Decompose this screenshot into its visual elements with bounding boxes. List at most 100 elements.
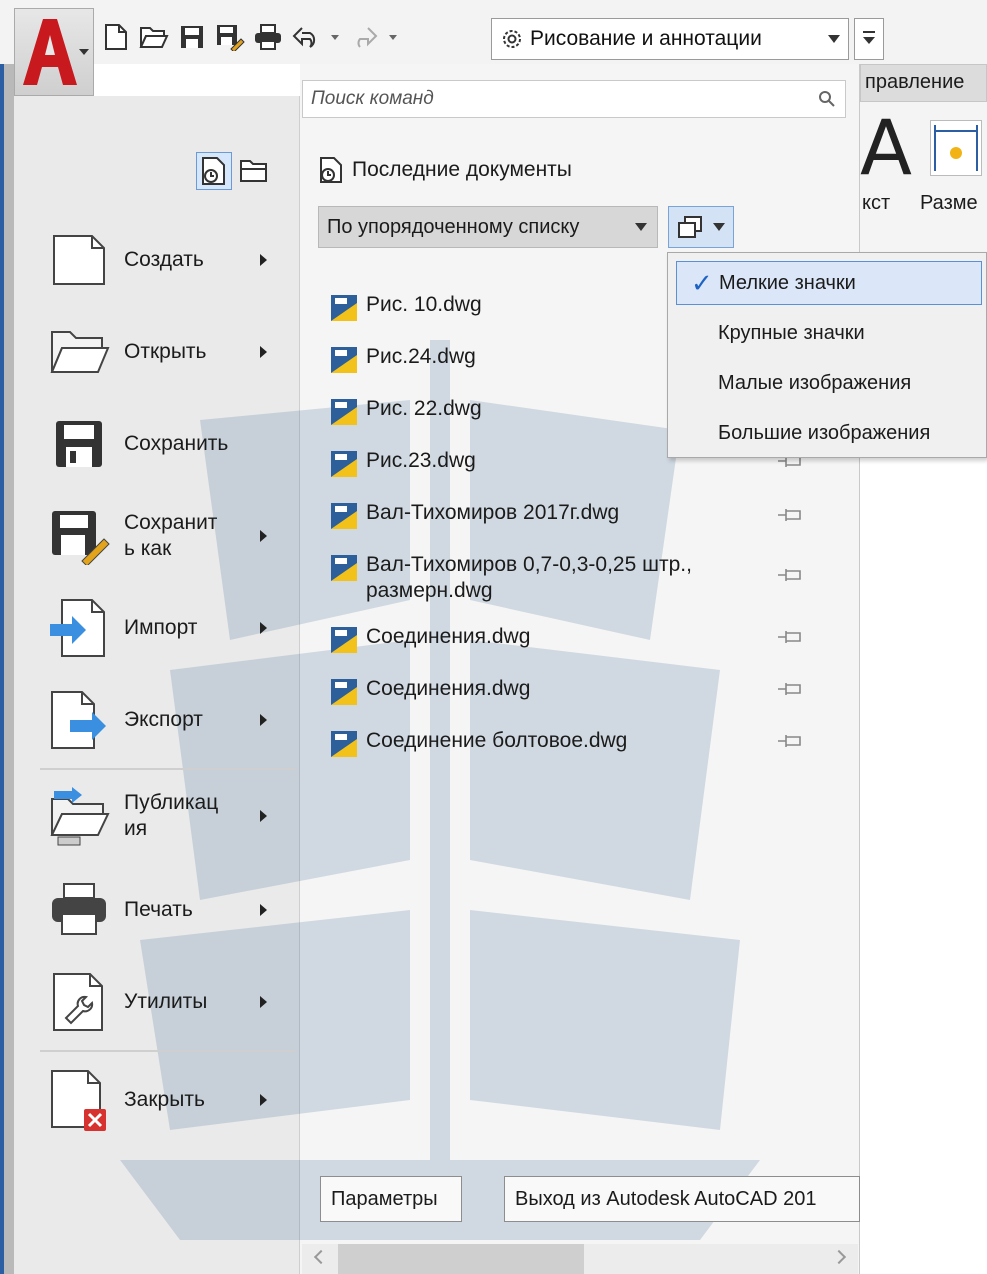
view-option-label: Крупные значки bbox=[718, 321, 865, 344]
pin-icon[interactable] bbox=[776, 680, 806, 703]
open-documents-toggle[interactable] bbox=[236, 152, 272, 190]
menu-item-label: Импорт bbox=[124, 616, 198, 639]
new-document-icon bbox=[46, 228, 112, 292]
gear-icon bbox=[503, 30, 521, 48]
recent-documents-icon bbox=[202, 157, 225, 185]
menu-item-label: Утилиты bbox=[124, 990, 208, 1013]
print-icon[interactable] bbox=[252, 19, 284, 55]
menu-item-save[interactable]: Сохранить bbox=[46, 408, 286, 480]
undo-icon[interactable] bbox=[290, 19, 322, 55]
menu-item-open[interactable]: Открыть bbox=[46, 316, 286, 388]
chevron-down-icon bbox=[635, 223, 647, 231]
menu-item-export[interactable]: Экспорт bbox=[46, 684, 286, 756]
menu-separator bbox=[40, 768, 296, 770]
customize-qat-button[interactable] bbox=[854, 18, 884, 60]
chevron-down-icon bbox=[828, 35, 840, 43]
view-option-small-images[interactable]: Малые изображения bbox=[676, 361, 982, 405]
menu-item-publish[interactable]: Публикац ия bbox=[46, 780, 286, 852]
chevron-right-icon bbox=[260, 996, 267, 1008]
menu-item-label: Сохранит ь как bbox=[124, 511, 218, 560]
open-icon[interactable] bbox=[138, 19, 170, 55]
redo-dropdown-icon[interactable] bbox=[386, 19, 400, 55]
menu-item-close[interactable]: Закрыть bbox=[46, 1064, 286, 1136]
ribbon-label-text: кст bbox=[862, 192, 891, 214]
view-option-large-icons[interactable]: Крупные значки bbox=[676, 311, 982, 355]
view-option-small-icons[interactable]: ✓ Мелкие значки bbox=[676, 261, 982, 305]
menu-item-import[interactable]: Импорт bbox=[46, 592, 286, 664]
dwg-file-icon bbox=[331, 731, 357, 757]
scroll-right-icon[interactable] bbox=[831, 1249, 847, 1265]
new-icon[interactable] bbox=[100, 19, 132, 55]
menu-item-label: Открыть bbox=[124, 340, 207, 363]
menu-item-label: Закрыть bbox=[124, 1088, 205, 1111]
scroll-left-icon[interactable] bbox=[313, 1249, 329, 1265]
workspace-switcher[interactable]: Рисование и аннотации bbox=[491, 18, 849, 60]
wrench-document-icon bbox=[46, 970, 112, 1034]
redo-icon[interactable] bbox=[348, 19, 380, 55]
menu-item-label: Экспорт bbox=[124, 708, 203, 731]
dwg-file-icon bbox=[331, 503, 357, 529]
open-documents-icon bbox=[240, 160, 267, 182]
chevron-right-icon bbox=[260, 810, 267, 822]
pin-icon[interactable] bbox=[776, 628, 806, 651]
application-menu-button[interactable] bbox=[14, 8, 94, 96]
menu-separator bbox=[40, 1050, 296, 1052]
recent-file-name: Вал-Тихомиров 2017г.dwg bbox=[366, 501, 620, 524]
menu-item-label: Печать bbox=[124, 898, 193, 921]
dimension-tool-icon[interactable] bbox=[930, 120, 982, 176]
save-as-icon bbox=[46, 504, 112, 568]
view-mode-icon bbox=[678, 216, 702, 238]
chevron-right-icon bbox=[260, 1094, 267, 1106]
exit-autocad-button[interactable]: Выход из Autodesk AutoCAD 201 bbox=[504, 1176, 860, 1222]
dwg-file-icon bbox=[331, 399, 357, 425]
sort-order-select[interactable]: По упорядоченному списку bbox=[318, 206, 658, 248]
pin-icon[interactable] bbox=[776, 506, 806, 529]
recent-file-item[interactable]: Соединение болтовое.dwg bbox=[330, 728, 790, 758]
chevron-right-icon bbox=[260, 622, 267, 634]
scrollbar-thumb[interactable] bbox=[338, 1244, 584, 1274]
options-button[interactable]: Параметры bbox=[320, 1176, 462, 1222]
sort-order-value: По упорядоченному списку bbox=[327, 215, 580, 238]
recent-open-toggle bbox=[196, 152, 272, 190]
save-icon[interactable] bbox=[176, 19, 208, 55]
menu-item-save-as[interactable]: Сохранит ь как bbox=[46, 500, 286, 572]
menu-item-utilities[interactable]: Утилиты bbox=[46, 966, 286, 1038]
printer-icon bbox=[46, 878, 112, 942]
dwg-file-icon bbox=[331, 451, 357, 477]
menu-item-new[interactable]: Создать bbox=[46, 224, 286, 296]
recent-documents-title: Последние документы bbox=[352, 158, 572, 181]
text-tool-icon[interactable]: A bbox=[860, 110, 912, 186]
recent-documents-heading: Последние документы bbox=[318, 156, 572, 184]
recent-file-item[interactable]: Соединения.dwg bbox=[330, 676, 790, 706]
menu-item-print[interactable]: Печать bbox=[46, 874, 286, 946]
quick-access-toolbar bbox=[100, 14, 400, 60]
view-option-label: Мелкие значки bbox=[719, 271, 856, 294]
save-icon bbox=[46, 412, 112, 476]
command-search-input[interactable]: Поиск команд bbox=[302, 80, 846, 118]
menu-item-label: Создать bbox=[124, 248, 204, 271]
recent-file-item[interactable]: Вал-Тихомиров 0,7-0,3-0,25 штр., размерн… bbox=[330, 552, 790, 604]
horizontal-scrollbar[interactable] bbox=[302, 1244, 858, 1274]
recent-file-item[interactable]: Вал-Тихомиров 2017г.dwg bbox=[330, 500, 790, 530]
recent-file-name: Вал-Тихомиров 0,7-0,3-0,25 штр., размерн… bbox=[366, 553, 692, 602]
dwg-file-icon bbox=[331, 627, 357, 653]
chevron-down-icon bbox=[79, 49, 89, 55]
dwg-file-icon bbox=[331, 679, 357, 705]
import-icon bbox=[46, 596, 112, 660]
undo-dropdown-icon[interactable] bbox=[328, 19, 342, 55]
chevron-right-icon bbox=[260, 346, 267, 358]
menu-item-label: Сохранить bbox=[124, 432, 229, 455]
ribbon-tab-manage[interactable]: правление bbox=[860, 64, 987, 102]
view-option-large-images[interactable]: Большие изображения bbox=[676, 411, 982, 455]
open-folder-icon bbox=[46, 320, 112, 384]
recent-file-item[interactable]: Соединения.dwg bbox=[330, 624, 790, 654]
pin-icon[interactable] bbox=[776, 732, 806, 755]
recent-documents-toggle[interactable] bbox=[196, 152, 232, 190]
chevron-right-icon bbox=[260, 904, 267, 916]
save-as-icon[interactable] bbox=[214, 19, 246, 55]
dwg-file-icon bbox=[331, 295, 357, 321]
view-mode-button[interactable] bbox=[668, 206, 734, 248]
recent-file-name: Соединения.dwg bbox=[366, 625, 531, 648]
view-option-label: Малые изображения bbox=[718, 371, 912, 394]
pin-icon[interactable] bbox=[776, 566, 806, 589]
